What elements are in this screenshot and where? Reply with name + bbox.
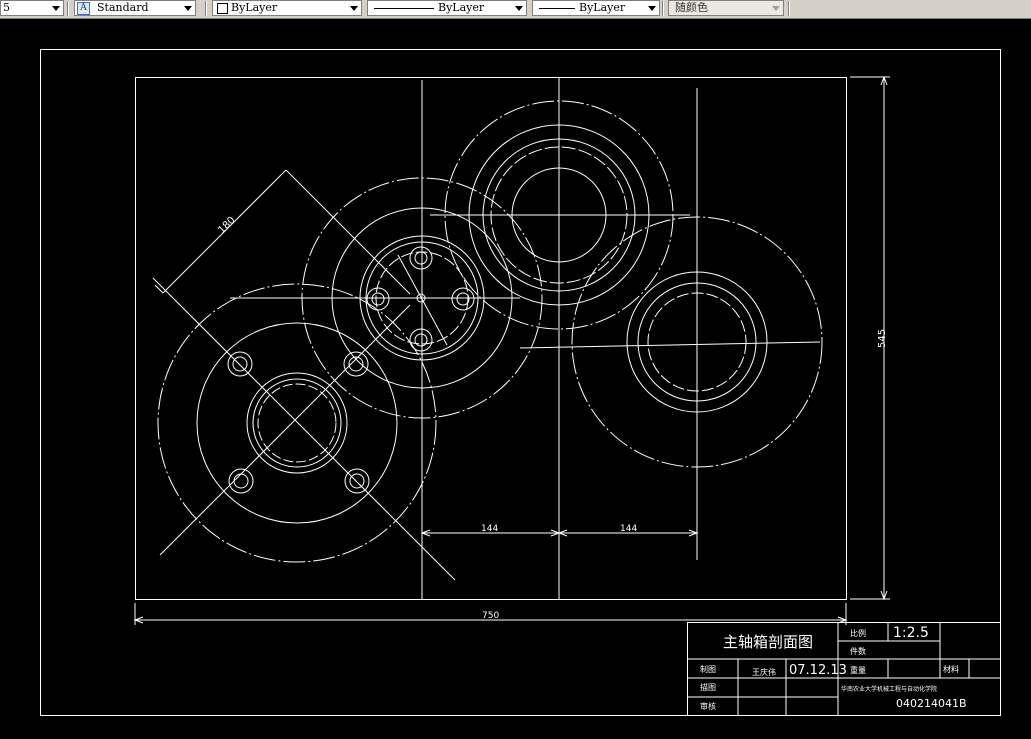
linetype-dropdown[interactable]: ByLayer — [367, 0, 527, 16]
color-value: ByLayer — [231, 1, 278, 14]
plotstyle-value: 随颜色 — [675, 1, 708, 14]
quantity-label: 件数 — [850, 646, 866, 656]
drawn-name: 王庆伟 — [752, 667, 776, 677]
center-lines — [152, 78, 821, 600]
lineweight-dropdown[interactable]: ByLayer — [532, 0, 660, 16]
scale-label: 比例 — [850, 628, 866, 638]
chevron-down-icon — [350, 6, 358, 11]
toolbar-separator — [788, 1, 790, 16]
check-label: 审核 — [700, 701, 716, 711]
layer-dropdown[interactable]: 5 — [0, 0, 64, 16]
layer-dropdown-value: 5 — [3, 1, 10, 14]
color-dropdown[interactable]: ByLayer — [212, 0, 362, 16]
toolbar-separator — [67, 1, 69, 16]
toolbar-separator — [662, 1, 664, 16]
linetype-value: ByLayer — [438, 1, 485, 14]
chevron-down-icon — [772, 6, 780, 11]
lineweight-sample-icon — [539, 8, 575, 9]
scale-value: 1:2.5 — [893, 625, 929, 641]
text-style-icon: A — [77, 2, 90, 15]
dim-text-radius: 180 — [216, 215, 237, 236]
dim-text-spacing-right: 144 — [620, 524, 637, 534]
dim-text-width: 750 — [482, 611, 499, 621]
drawing-title: 主轴箱剖面图 — [723, 633, 813, 651]
drawn-date: 07.12.13 — [789, 663, 847, 678]
dim-text-height: 545 — [877, 329, 888, 348]
material-label: 材料 — [943, 664, 959, 674]
chevron-down-icon — [52, 6, 60, 11]
toolbar-separator — [205, 1, 207, 16]
linetype-sample-icon — [374, 8, 434, 9]
text-style-dropdown[interactable]: A Standard — [74, 0, 196, 16]
drawing-canvas[interactable]: 180 545 144 144 750 主轴箱剖面图 比例 1:2.5 件数 制… — [0, 18, 1031, 739]
drawn-label: 制图 — [700, 664, 716, 674]
flange-left — [157, 283, 437, 563]
plotstyle-dropdown[interactable]: 随颜色 — [668, 0, 784, 16]
lineweight-value: ByLayer — [579, 1, 626, 14]
weight-label: 重量 — [850, 665, 866, 675]
chevron-down-icon — [184, 6, 192, 11]
dim-text-spacing-left: 144 — [481, 524, 498, 534]
design-label: 描图 — [700, 682, 716, 692]
properties-toolbar: 5 A Standard ByLayer ByLayer ByLayer 随颜色 — [0, 0, 1031, 19]
dimension-spacing — [420, 525, 699, 540]
school-name: 华南农业大学机械工程与自动化学院 — [841, 685, 937, 693]
chevron-down-icon — [648, 6, 656, 11]
color-swatch-icon — [217, 3, 228, 14]
chevron-down-icon — [515, 6, 523, 11]
text-style-value: Standard — [97, 1, 149, 14]
drawing-number: 040214041B — [896, 697, 967, 710]
